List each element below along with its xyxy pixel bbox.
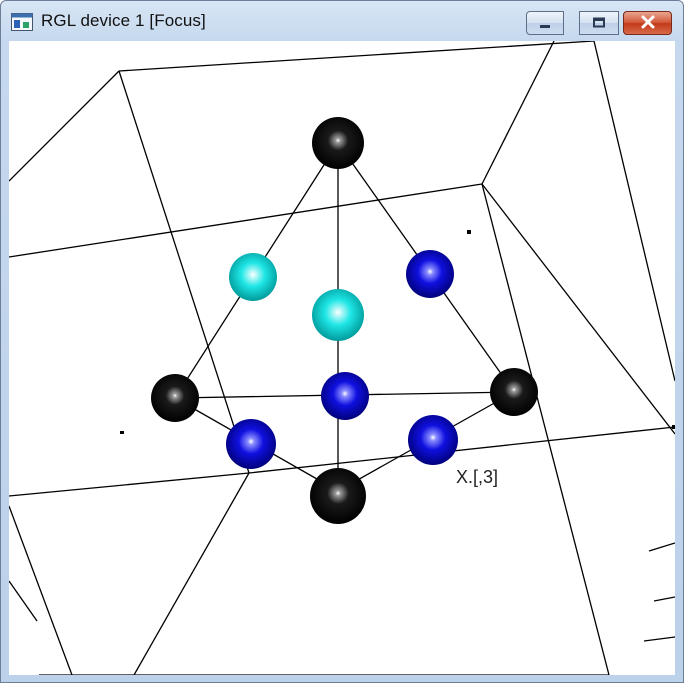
rgl-window: RGL device 1 [Focus] X.[,3]	[0, 0, 684, 683]
atom-black-top	[312, 117, 364, 169]
atom-blue-right	[406, 250, 454, 298]
atom-black-bottom	[310, 468, 366, 524]
atom-blue-lower-left	[226, 419, 276, 469]
close-button[interactable]	[623, 11, 672, 35]
atom-black-left	[151, 374, 199, 422]
maximize-button[interactable]	[579, 11, 619, 35]
close-icon	[640, 14, 656, 33]
window-title: RGL device 1 [Focus]	[41, 11, 206, 30]
rgl-3d-viewport[interactable]: X.[,3]	[9, 41, 675, 675]
atom-blue-lower-right	[408, 415, 458, 465]
axis-label: X.[,3]	[456, 467, 499, 487]
rgl-window-icon	[11, 13, 33, 31]
minimize-button[interactable]	[526, 11, 564, 35]
minimize-icon	[538, 14, 552, 33]
atom-cyan-center	[312, 289, 364, 341]
maximize-icon	[592, 14, 606, 33]
atom-black-right	[490, 368, 538, 416]
rgl-3d-scene	[9, 41, 675, 675]
atom-cyan-left	[229, 253, 277, 301]
atom-blue-center	[321, 372, 369, 420]
title-bar[interactable]: RGL device 1 [Focus]	[1, 1, 683, 41]
